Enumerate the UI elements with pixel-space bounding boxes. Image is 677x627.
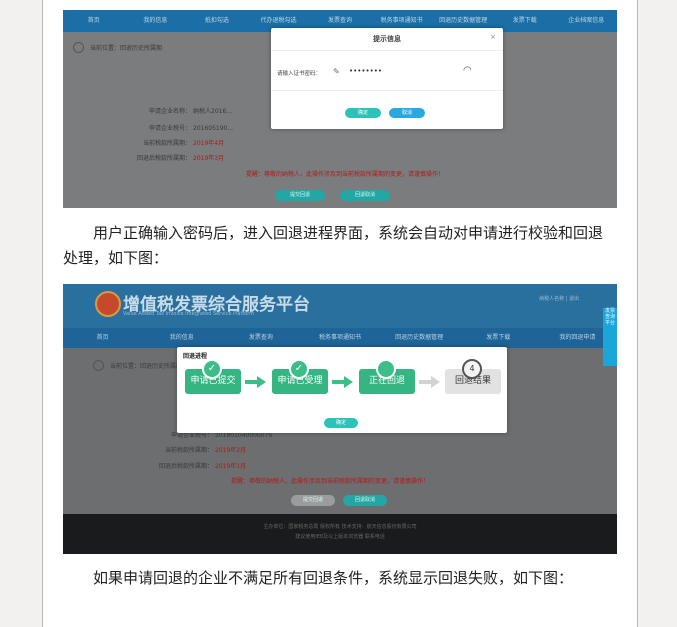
form-row: 申请企业名称： 纳税人2016... [99, 106, 232, 115]
form-value: 纳税人2016... [193, 108, 232, 115]
nav-item[interactable]: 回退历史数据管理 [380, 328, 459, 348]
divider [271, 90, 503, 91]
warning-text: 提醒：尊敬的纳税人，此操作涉及到当前税款所属期的变更，请谨慎操作！ [231, 478, 430, 485]
nav-item[interactable]: 发票下载 [494, 10, 556, 32]
ok-button[interactable]: 确定 [345, 108, 381, 118]
nav-item[interactable]: 税务事项通知书 [300, 328, 379, 348]
form-label: 当前税款所属期： [142, 140, 191, 147]
nav-item[interactable]: 企业档案信息 [556, 10, 618, 32]
form-row: 当前税款所属期： 2019年4月 [99, 138, 224, 147]
cancel-button[interactable]: 回退取消 [340, 190, 390, 201]
form-value: 2019年3月 [193, 155, 225, 162]
tax-emblem-icon [95, 291, 121, 317]
screenshot-rollback-progress: 增值税发票综合服务平台 Value Added Tax Invoice Inte… [63, 284, 617, 554]
breadcrumb-text: 当前位置：回退历史所属期 [90, 45, 163, 52]
nav-item[interactable]: 抵扣勾选 [186, 10, 248, 32]
form-row: 当前税款所属期： 2019年2月 [121, 445, 246, 454]
cancel-button[interactable]: 取消 [389, 108, 425, 118]
form-row: 申请企业税号： 201605190... [99, 123, 233, 132]
form-row: 回退后税款所属期： 2019年3月 [99, 153, 224, 162]
platform-subtitle: Value Added Tax Invoice Integrated Servi… [123, 311, 255, 317]
submit-button[interactable]: 提交回退 [275, 190, 325, 201]
form-value: 2019年2月 [215, 447, 247, 454]
dialog-title: 回退进程 [183, 353, 208, 360]
footer-line: 建议使用IE8及以上版本浏览器 联系电话 [295, 534, 385, 540]
submit-button[interactable]: 提交回退 [291, 495, 335, 506]
divider [271, 50, 503, 51]
form-value: 2019年1月 [215, 463, 247, 470]
nav-item[interactable]: 我的信息 [125, 10, 187, 32]
top-nav: 首页 我的信息 发票查询 税务事项通知书 回退历史数据管理 发票下载 我的回退申… [63, 328, 617, 348]
paragraph: 用户正确输入密码后，进入回退进程界面，系统会自动对申请进行校验和回退处理，如下图… [63, 224, 604, 267]
circle-icon [376, 359, 396, 379]
location-icon [93, 360, 104, 371]
rollback-progress-dialog: 回退进程 申请已提交 ✓ 申请已受理 ✓ 正在回退 回退结果 4 确定 [177, 347, 507, 433]
nav-item[interactable]: 发票下载 [459, 328, 538, 348]
password-dialog: 提示信息 × 请输入证书密码： ✎ •••••••• ◠ 确定 取消 [271, 28, 503, 129]
step-number: 4 [462, 359, 482, 379]
form-value: 201605190... [193, 125, 234, 132]
arrow-icon [245, 376, 266, 388]
user-info[interactable]: 纳税人名称 | 退出 [539, 295, 579, 302]
nav-item[interactable]: 首页 [63, 328, 142, 348]
screenshot-password-dialog: 首页 我的信息 抵扣勾选 代办退税勾选 发票查询 税务事项通知书 回退历史数据管… [63, 10, 617, 208]
warning-text: 提醒：尊敬的纳税人，此操作涉及到当前税款所属期的变更，请谨慎操作！ [246, 171, 445, 178]
platform-header: 增值税发票综合服务平台 Value Added Tax Invoice Inte… [63, 284, 617, 328]
arrow-icon [332, 376, 353, 388]
side-tab[interactable]: 发票查询平台 [603, 308, 617, 366]
form-value: 2019年4月 [193, 140, 225, 147]
nav-item[interactable]: 我的信息 [142, 328, 221, 348]
form-label: 申请企业税号： [148, 125, 191, 132]
cancel-button[interactable]: 回退取消 [343, 495, 387, 506]
nav-item[interactable]: 首页 [63, 10, 125, 32]
side-tab-label: 发票查询平台 [604, 308, 615, 326]
form-value: 201801040000075 [215, 432, 273, 439]
dialog-title: 提示信息 [373, 35, 401, 43]
footer: 主办单位：国家税务总局 版权所有 技术支持：航天信息股份有限公司 建议使用IE8… [63, 514, 617, 554]
arrow-icon [419, 376, 440, 388]
location-icon [73, 42, 84, 53]
password-label: 请输入证书密码： [277, 71, 322, 77]
nav-item[interactable]: 发票查询 [221, 328, 300, 348]
breadcrumb: 当前位置：回退历史所属期 [93, 360, 182, 371]
form-label: 回退后税款所属期： [158, 463, 213, 470]
footer-line: 主办单位：国家税务总局 版权所有 技术支持：航天信息股份有限公司 [263, 524, 417, 530]
check-icon: ✓ [289, 359, 309, 379]
breadcrumb-text: 当前位置：回退历史所属期 [110, 363, 183, 370]
show-password-icon[interactable]: ◠ [463, 65, 472, 76]
check-icon: ✓ [202, 359, 222, 379]
pencil-icon: ✎ [333, 67, 340, 76]
ok-button[interactable]: 确定 [324, 418, 358, 428]
form-row: 回退后税款所属期： 2019年1月 [121, 461, 246, 470]
article-page: 首页 我的信息 抵扣勾选 代办退税勾选 发票查询 税务事项通知书 回退历史数据管… [42, 0, 638, 627]
form-label: 当前税款所属期： [164, 447, 213, 454]
close-icon[interactable]: × [490, 33, 496, 41]
form-label: 回退后税款所属期： [136, 155, 191, 162]
password-input[interactable]: •••••••• [345, 64, 441, 78]
form-label: 申请企业名称： [148, 108, 191, 115]
paragraph: 如果申请回退的企业不满足所有回退条件，系统显示回退失败，如下图： [93, 569, 574, 587]
breadcrumb: 当前位置：回退历史所属期 [73, 42, 162, 53]
